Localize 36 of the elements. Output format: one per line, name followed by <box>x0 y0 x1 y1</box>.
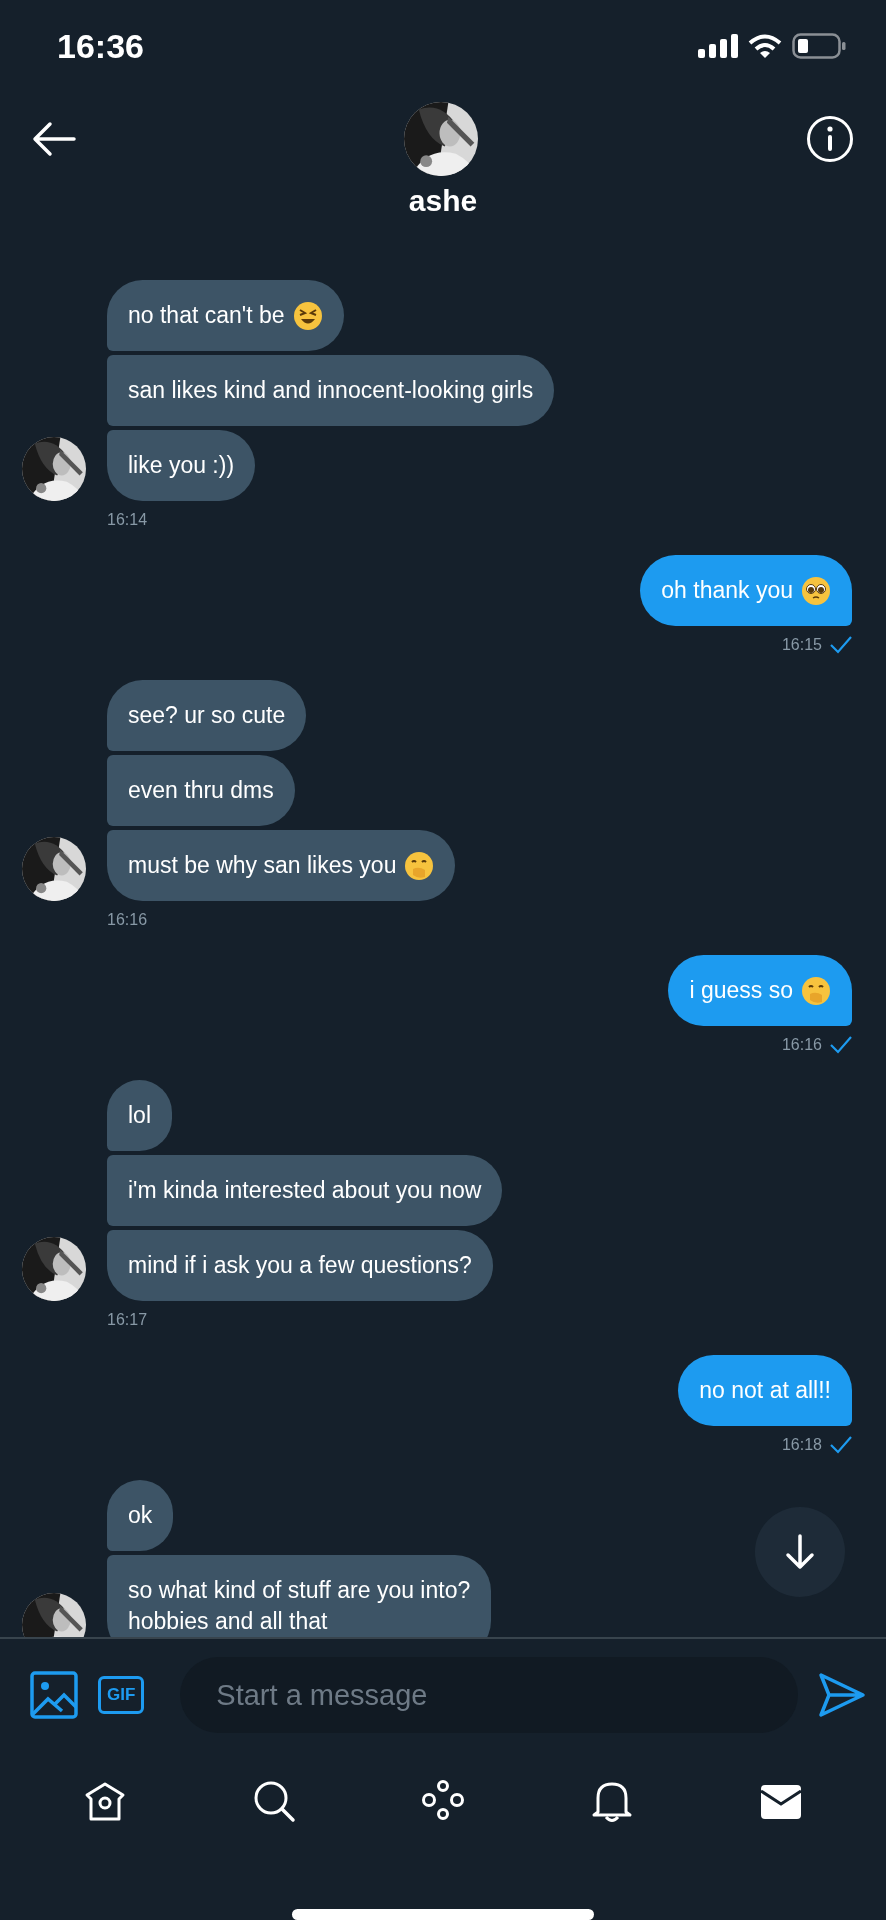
message-text: like you :)) <box>128 451 235 480</box>
message-text: so what kind of stuff are you into? hobbies and all that <box>128 1576 471 1636</box>
message-text: see? ur so cute <box>128 701 286 730</box>
message-field[interactable]: Start a message <box>180 1657 798 1733</box>
message-time: 16:17 <box>107 1311 148 1329</box>
image-button[interactable] <box>30 1671 78 1719</box>
message-time: 16:16 <box>781 1036 822 1054</box>
message-time: 16:15 <box>781 636 822 654</box>
message-time: 16:14 <box>107 511 148 529</box>
message-text: no not at all!! <box>699 1376 831 1405</box>
info-button[interactable] <box>806 115 854 163</box>
message-text: no that can't be <box>128 301 285 330</box>
back-button[interactable] <box>32 121 76 157</box>
emoji-icon <box>801 975 831 1006</box>
message-text: ok <box>128 1501 153 1530</box>
emoji-icon <box>801 575 831 606</box>
message-time: 16:18 <box>781 1436 822 1454</box>
message-text: i'm kinda interested about you now <box>128 1176 482 1205</box>
gif-button[interactable]: GIF <box>98 1676 145 1714</box>
message-text: i guess so <box>689 976 793 1005</box>
message-text: lol <box>128 1101 151 1130</box>
clock-time: 16:36 <box>57 26 144 66</box>
emoji-icon <box>292 300 323 331</box>
message-text: oh thank you <box>661 576 793 605</box>
message-text: must be why san likes you <box>128 851 397 880</box>
message-text: san likes kind and innocent-looking girls <box>128 376 534 405</box>
wifi-icon <box>748 33 782 59</box>
message-time: 16:16 <box>107 911 148 929</box>
signal-icon <box>698 34 738 58</box>
message-text: even thru dms <box>128 776 274 805</box>
battery-icon <box>792 33 846 59</box>
message-text: mind if i ask you a few questions? <box>128 1251 472 1280</box>
emoji-icon <box>404 850 435 881</box>
send-button[interactable] <box>818 1672 866 1718</box>
contact-name: ashe <box>408 184 478 218</box>
down-arrow-icon <box>785 1534 815 1570</box>
